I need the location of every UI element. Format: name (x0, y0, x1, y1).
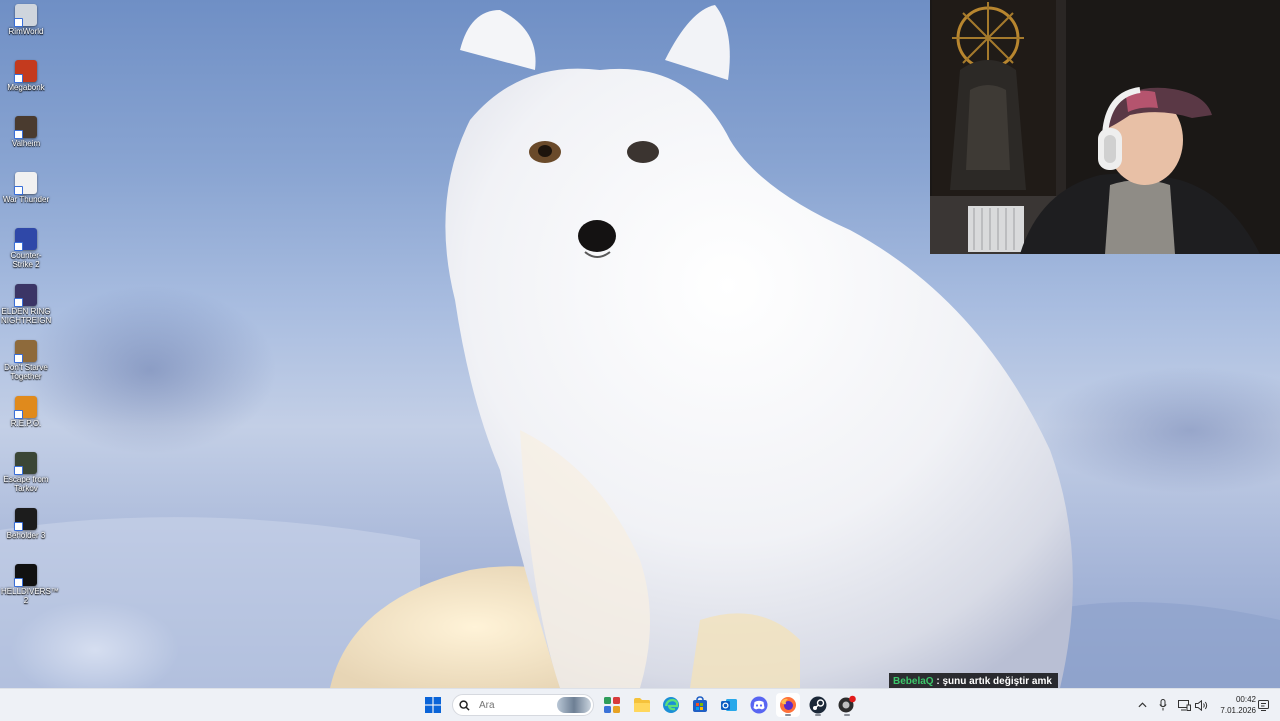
clock-date: 7.01.2026 (1220, 706, 1256, 715)
desktop-shortcut[interactable]: Don't Starve Together (0, 338, 52, 381)
desktop-shortcut-label: R.E.P.O. (10, 419, 42, 428)
edge-icon (663, 697, 679, 713)
war-thunder-icon (14, 172, 37, 195)
notification-icon (1257, 699, 1269, 711)
store-icon (693, 696, 707, 712)
microphone-icon (1159, 699, 1167, 711)
desktop-shortcut-label: Valheim (11, 139, 41, 148)
chat-message: BebelaQ : şunu artık değiştir amk (889, 673, 1058, 689)
beholder-icon (14, 508, 37, 531)
tarkov-icon (14, 452, 37, 475)
show-hidden-icons-button[interactable] (1135, 697, 1149, 713)
notification-center-button[interactable] (1256, 697, 1270, 713)
desktop-shortcut[interactable]: Counter-Strike 2 (0, 226, 52, 269)
taskbar-app-steam[interactable] (806, 693, 830, 717)
webcam-overlay (930, 0, 1280, 254)
taskbar-clock[interactable]: 00:42 7.01.2026 (1212, 694, 1256, 716)
taskbar: 00:42 7.01.2026 (0, 688, 1280, 721)
steam-icon (809, 696, 827, 714)
taskbar-search[interactable] (452, 694, 594, 716)
folder-icon (634, 698, 650, 712)
microphone-tray-button[interactable] (1156, 697, 1170, 713)
search-highlight-image (557, 697, 591, 713)
outlook-icon (721, 699, 737, 711)
desktop-shortcut[interactable]: ELDEN RING NIGHTREIGN (0, 282, 52, 325)
repo-icon (14, 396, 37, 419)
taskbar-app-widgets[interactable] (600, 693, 624, 717)
volume-tray-button[interactable] (1193, 697, 1209, 713)
taskbar-app-edge[interactable] (659, 693, 683, 717)
running-indicator (785, 714, 791, 716)
streamer-camera-feed (930, 0, 1280, 254)
windows-logo-icon (425, 697, 441, 713)
chat-separator: : (933, 675, 943, 687)
taskbar-app-firefox[interactable] (776, 693, 800, 717)
desktop-shortcut[interactable]: Valheim (0, 114, 52, 148)
desktop-shortcut-label: Beholder 3 (6, 531, 46, 540)
taskbar-app-discord[interactable] (747, 693, 771, 717)
desktop-shortcut[interactable]: HELLDIVERS™ 2 (0, 562, 59, 605)
network-tray-button[interactable] (1176, 697, 1192, 713)
network-icon (1177, 699, 1191, 711)
desktop-shortcut-label: Escape from Tarkov (3, 475, 49, 493)
speaker-icon (1194, 699, 1207, 711)
desktop-shortcut[interactable]: War Thunder (0, 170, 52, 204)
desktop-shortcut-label: War Thunder (2, 195, 50, 204)
desktop-shortcut-label: Don't Starve Together (4, 363, 48, 381)
elden-ring-icon (14, 284, 37, 307)
widgets-icon (604, 697, 620, 713)
start-button[interactable] (421, 693, 445, 717)
search-icon (459, 699, 477, 711)
running-indicator (844, 714, 850, 716)
valheim-icon (14, 116, 37, 139)
desktop-shortcut[interactable]: R.E.P.O. (0, 394, 52, 428)
chevron-up-icon (1137, 702, 1147, 708)
counter-strike-icon (14, 228, 37, 251)
helldivers-icon (14, 564, 37, 587)
desktop-shortcut[interactable]: Beholder 3 (0, 506, 52, 540)
desktop-shortcut-label: HELLDIVERS™ 2 (1, 587, 59, 605)
desktop-shortcut-label: ELDEN RING NIGHTREIGN (1, 307, 52, 325)
chat-username: BebelaQ (893, 675, 934, 687)
desktop-shortcut-label: Counter-Strike 2 (10, 251, 42, 269)
running-indicator (815, 714, 821, 716)
desktop-shortcut-label: RimWorld (8, 27, 44, 36)
dont-starve-icon (14, 340, 37, 363)
notification-app-icon (838, 695, 856, 713)
taskbar-app-outlook[interactable] (717, 693, 741, 717)
megabonk-icon (14, 60, 37, 83)
discord-icon (750, 696, 768, 714)
clock-time: 00:42 (1235, 695, 1256, 704)
taskbar-app-app-with-badge[interactable] (835, 693, 859, 717)
chat-text: şunu artık değiştir amk (942, 675, 1052, 687)
taskbar-app-file-explorer[interactable] (630, 693, 654, 717)
desktop-shortcut[interactable]: RimWorld (0, 2, 52, 36)
search-input[interactable] (477, 699, 549, 711)
desktop-shortcut[interactable]: Megabonk (0, 58, 52, 92)
desktop-shortcut[interactable]: Escape from Tarkov (0, 450, 52, 493)
desktop-shortcut-label: Megabonk (7, 83, 45, 92)
rimworld-icon (14, 4, 37, 27)
taskbar-app-microsoft-store[interactable] (688, 693, 712, 717)
firefox-icon (780, 697, 796, 713)
